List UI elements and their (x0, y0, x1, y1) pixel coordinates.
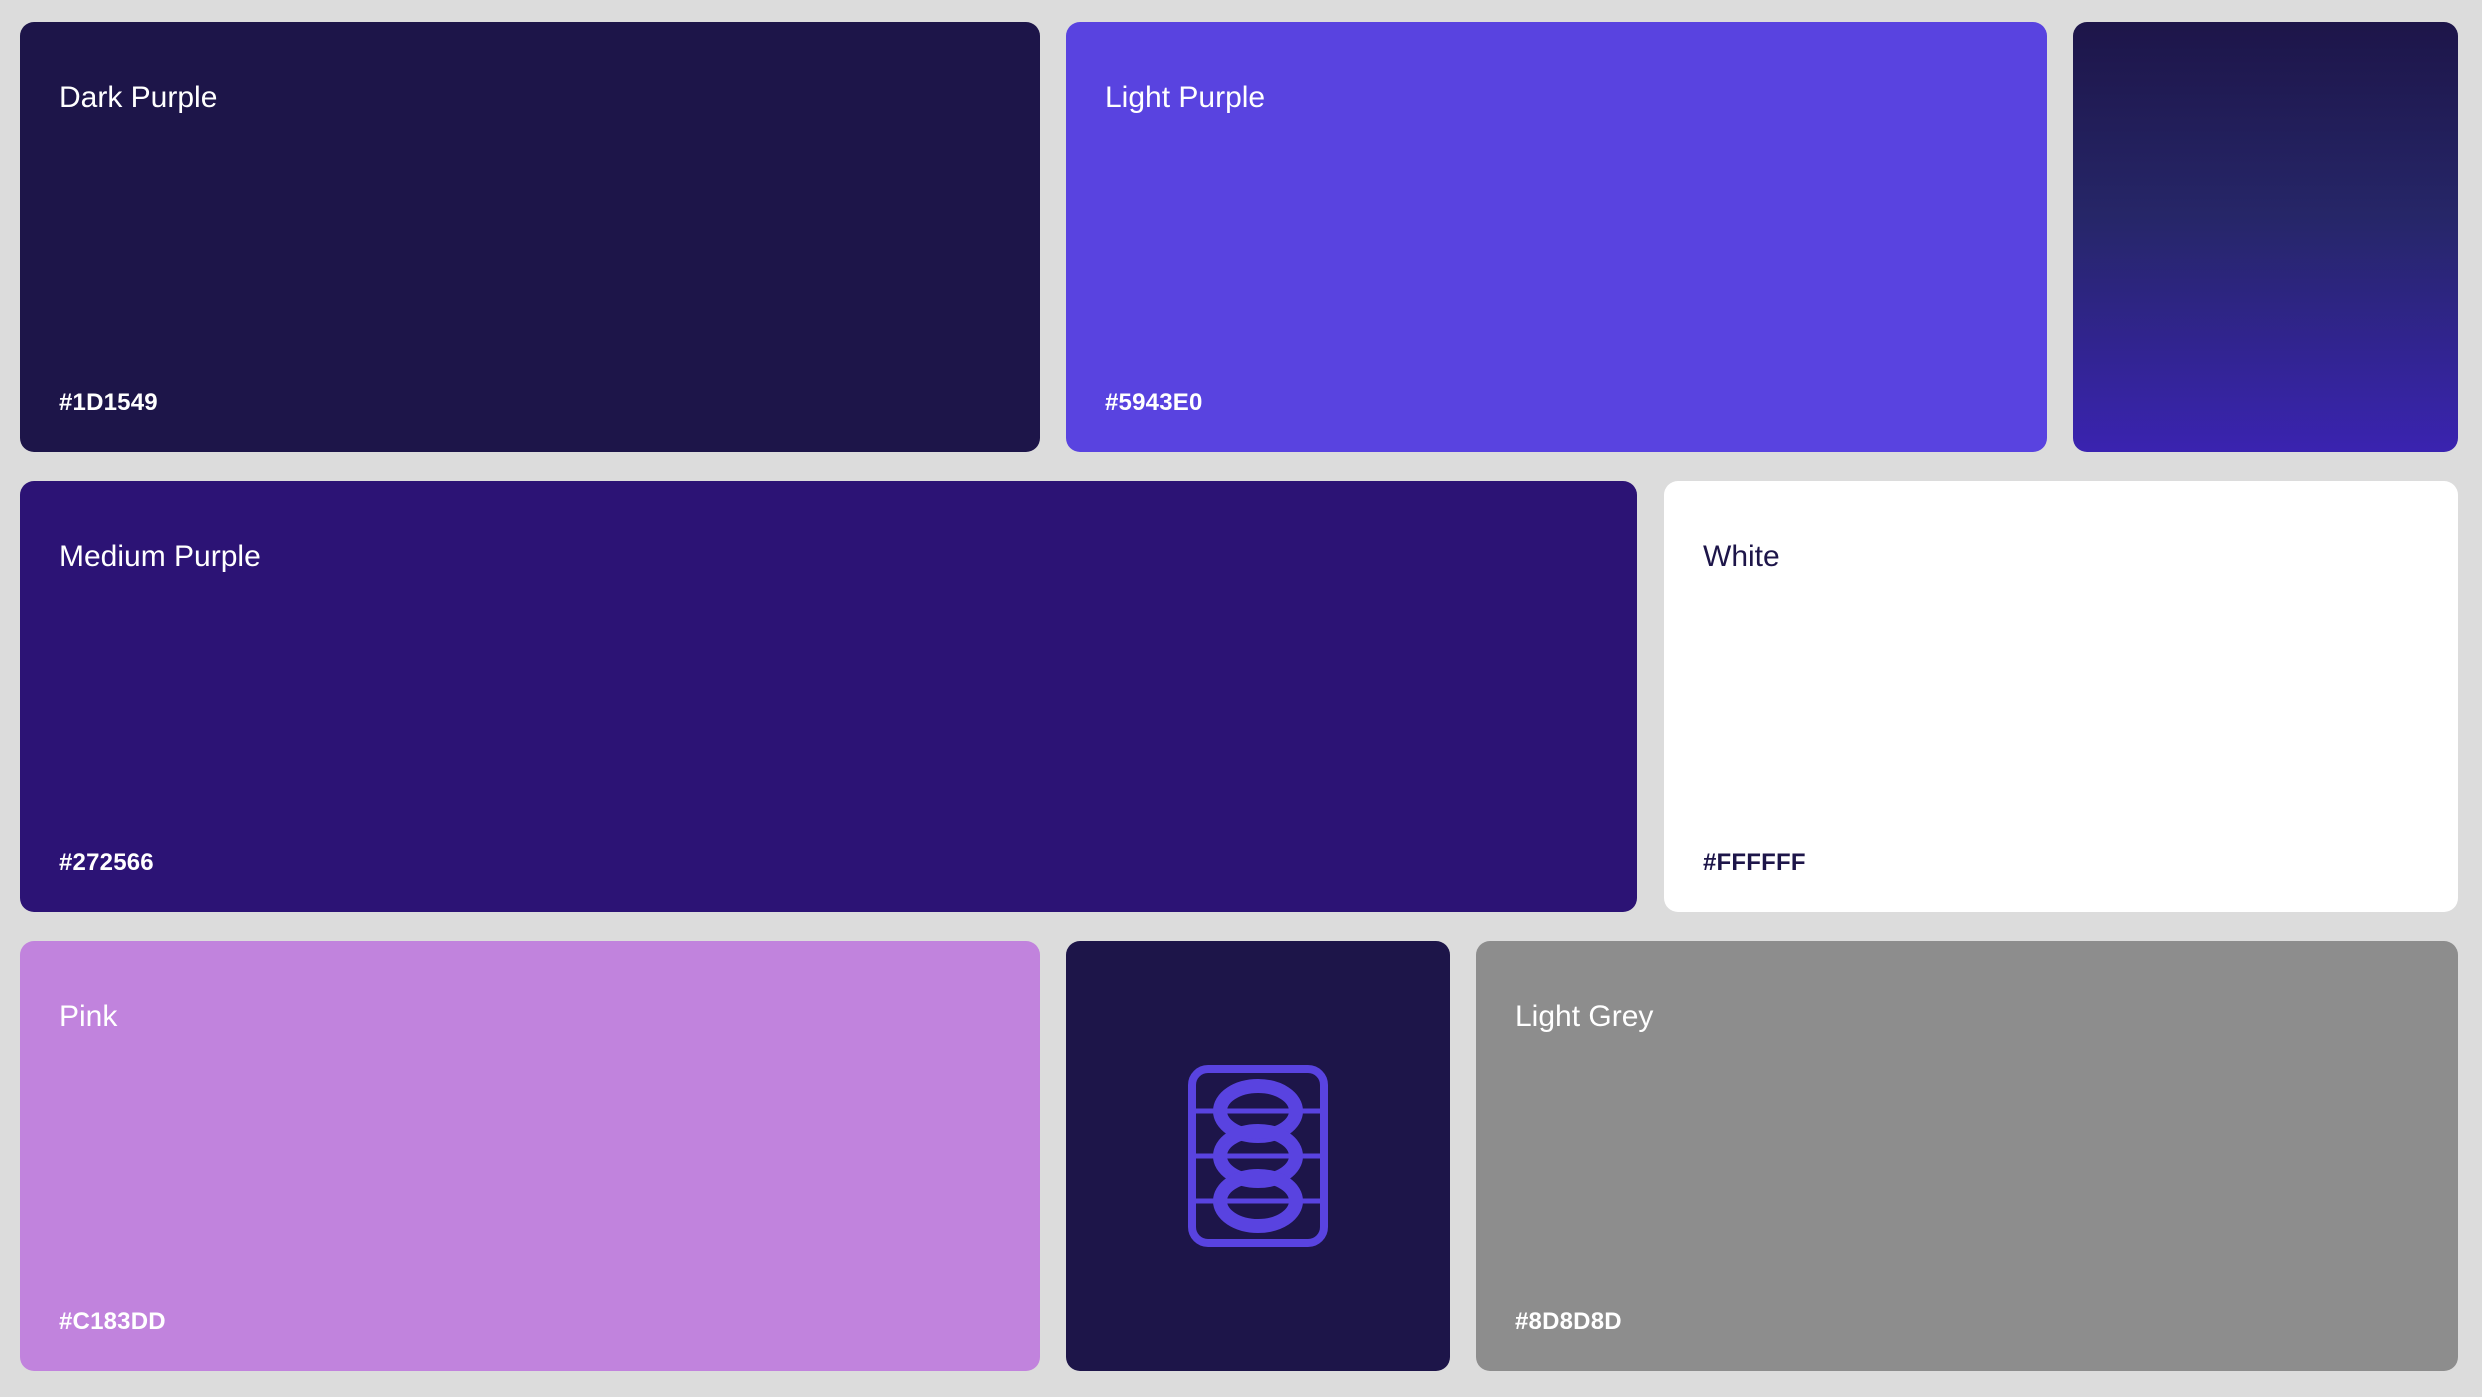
logo-tile (1066, 941, 1450, 1371)
stacked-circles-logo-icon (1188, 1065, 1328, 1247)
swatch-name: Light Grey (1515, 1000, 1654, 1033)
swatch-name: Medium Purple (59, 540, 261, 573)
swatch-hex-code: #1D1549 (59, 389, 158, 416)
swatch-name: Pink (59, 1000, 118, 1033)
swatch-white: White #FFFFFF (1664, 481, 2458, 912)
swatch-light-grey: Light Grey #8D8D8D (1476, 941, 2458, 1371)
swatch-hex-code: #8D8D8D (1515, 1308, 1622, 1335)
swatch-hex-code: #5943E0 (1105, 389, 1203, 416)
swatch-dark-purple: Dark Purple #1D1549 (20, 22, 1040, 452)
swatch-name: White (1703, 540, 1780, 573)
swatch-name: Dark Purple (59, 81, 218, 114)
swatch-hex-code: #272566 (59, 849, 154, 876)
swatch-hex-code: #FFFFFF (1703, 849, 1806, 876)
swatch-gradient (2073, 22, 2458, 452)
swatch-name: Light Purple (1105, 81, 1266, 114)
swatch-hex-code: #C183DD (59, 1308, 166, 1335)
swatch-medium-purple: Medium Purple #272566 (20, 481, 1637, 912)
swatch-light-purple: Light Purple #5943E0 (1066, 22, 2047, 452)
swatch-pink: Pink #C183DD (20, 941, 1040, 1371)
